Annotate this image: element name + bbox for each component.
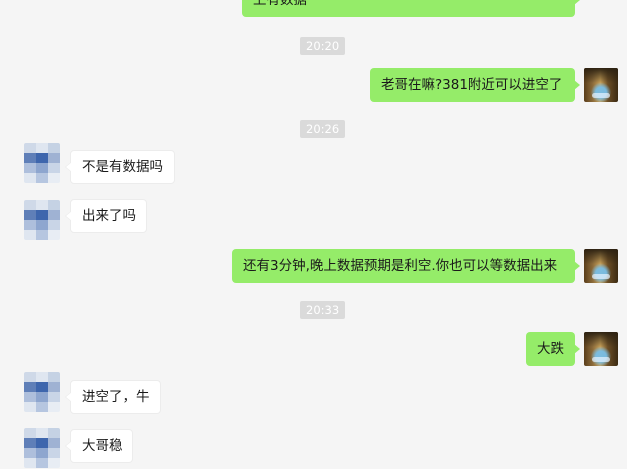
message-text: 还有3分钟,晚上数据预期是利空.你也可以等数据出来 xyxy=(243,258,558,274)
contact-avatar[interactable] xyxy=(24,143,60,183)
message-bubble-incoming[interactable]: 出来了吗 xyxy=(65,199,147,233)
my-avatar[interactable] xyxy=(584,68,618,102)
message-text: 不是有数据吗 xyxy=(82,159,163,175)
message-text: 进空了，牛 xyxy=(82,389,150,405)
message-bubble-outgoing[interactable]: 大跌 xyxy=(526,332,580,366)
message-text: 大跌 xyxy=(537,341,564,357)
chat-message-area[interactable]: 上有数据 20:20 老哥在嘛?381附近可以进空了 20:26 不是有数据吗 … xyxy=(0,0,627,469)
message-text: 老哥在嘛?381附近可以进空了 xyxy=(381,77,563,93)
message-bubble-incoming[interactable]: 大哥稳 xyxy=(65,429,133,463)
contact-avatar[interactable] xyxy=(24,428,60,468)
timestamp: 20:26 xyxy=(300,120,346,138)
message-bubble-incoming[interactable]: 不是有数据吗 xyxy=(65,150,175,184)
my-avatar[interactable] xyxy=(584,249,618,283)
my-avatar[interactable] xyxy=(584,332,618,366)
contact-avatar[interactable] xyxy=(24,200,60,240)
message-bubble-outgoing[interactable]: 还有3分钟,晚上数据预期是利空.你也可以等数据出来 xyxy=(232,249,580,283)
message-text: 大哥稳 xyxy=(82,438,123,454)
timestamp: 20:33 xyxy=(300,301,346,319)
contact-avatar[interactable] xyxy=(24,372,60,412)
message-bubble-incoming[interactable]: 进空了，牛 xyxy=(65,380,161,414)
message-text: 上有数据 xyxy=(253,0,307,8)
message-text: 出来了吗 xyxy=(82,208,136,224)
message-bubble-outgoing[interactable]: 老哥在嘛?381附近可以进空了 xyxy=(370,68,580,102)
timestamp: 20:20 xyxy=(300,37,346,55)
message-bubble-outgoing[interactable]: 上有数据 xyxy=(242,0,580,17)
